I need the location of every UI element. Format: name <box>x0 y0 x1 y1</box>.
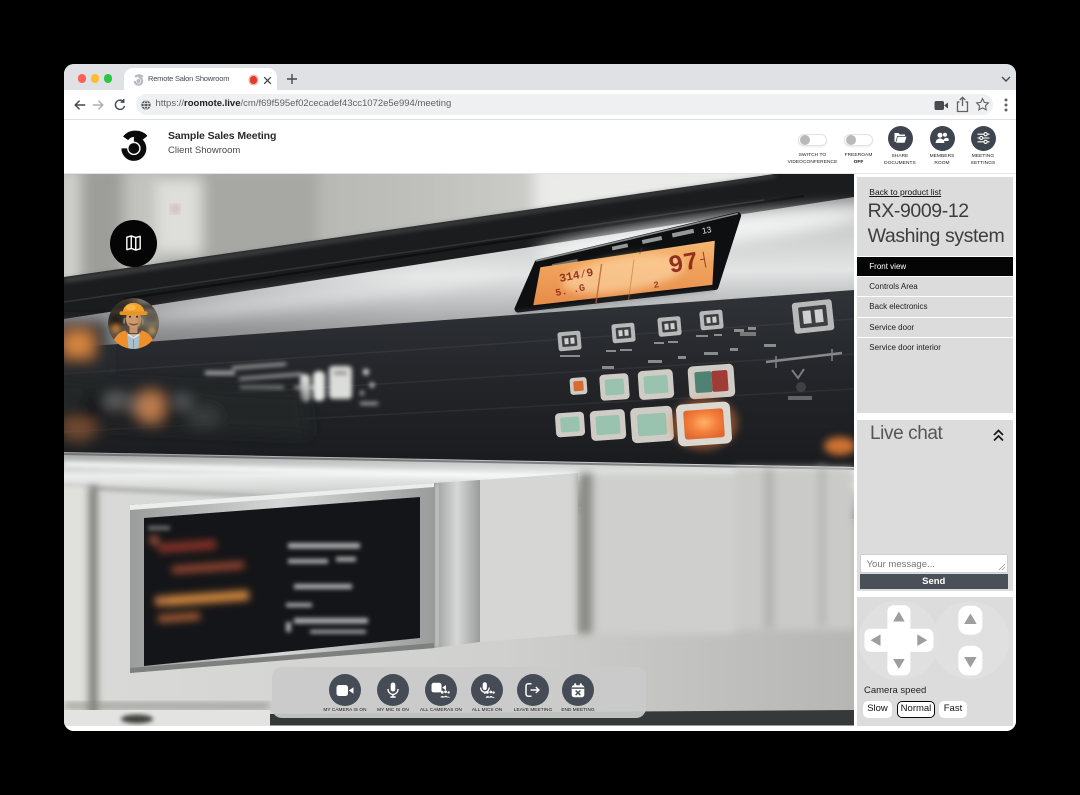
svg-text:97: 97 <box>666 247 701 281</box>
